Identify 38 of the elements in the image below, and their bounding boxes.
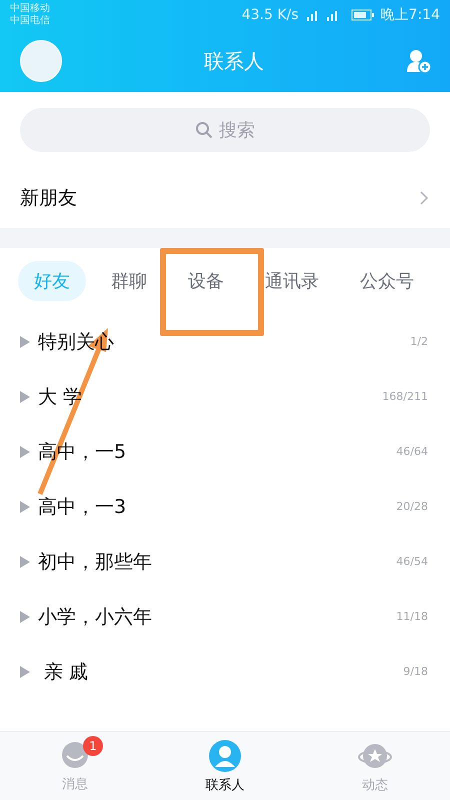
avatar[interactable] <box>20 40 62 82</box>
carrier-name: 中国移动 <box>10 3 50 14</box>
group-count: 9/18 <box>403 665 428 678</box>
unread-badge: 1 <box>83 736 103 756</box>
group-name[interactable]: 小学，小六年 <box>38 604 396 630</box>
expand-triangle-icon <box>20 336 30 348</box>
clock: 晚上7:14 <box>380 6 440 24</box>
expand-triangle-icon <box>20 446 30 458</box>
search-icon <box>195 121 213 139</box>
chevron-right-icon <box>420 191 428 205</box>
carrier-name: 中国电信 <box>10 15 50 27</box>
group-name[interactable]: 高中，一3 <box>38 494 396 520</box>
group-count: 11/18 <box>396 610 428 623</box>
group-count: 46/64 <box>396 445 428 458</box>
group-name[interactable]: 亲 戚 <box>38 658 404 684</box>
expand-triangle-icon <box>20 556 30 568</box>
network-speed: 43.5 K/s <box>242 7 299 23</box>
group-count: 1/2 <box>410 335 428 348</box>
expand-triangle-icon <box>20 390 30 402</box>
search-placeholder: 搜索 <box>219 119 255 142</box>
tab[interactable]: 群聊 <box>95 261 163 301</box>
tab[interactable]: 公众号 <box>344 261 430 301</box>
group-count: 46/54 <box>396 555 428 568</box>
tab[interactable]: 设备 <box>172 261 240 301</box>
group-name[interactable]: 高中，一5 <box>38 438 396 464</box>
add-contact-icon[interactable] <box>406 48 432 74</box>
page-title: 联系人 <box>204 48 264 74</box>
new-friends-label[interactable]: 新朋友 <box>20 185 77 211</box>
tab[interactable]: 通讯录 <box>249 261 335 301</box>
nav-label[interactable]: 联系人 <box>206 776 244 794</box>
expand-triangle-icon <box>20 666 30 678</box>
battery-icon <box>350 9 375 21</box>
expand-triangle-icon <box>20 500 30 512</box>
person-icon <box>208 738 242 772</box>
expand-triangle-icon <box>20 610 30 622</box>
group-count: 20/28 <box>396 500 428 513</box>
group-name[interactable]: 初中，那些年 <box>38 548 396 574</box>
group-count: 168/211 <box>382 390 428 403</box>
